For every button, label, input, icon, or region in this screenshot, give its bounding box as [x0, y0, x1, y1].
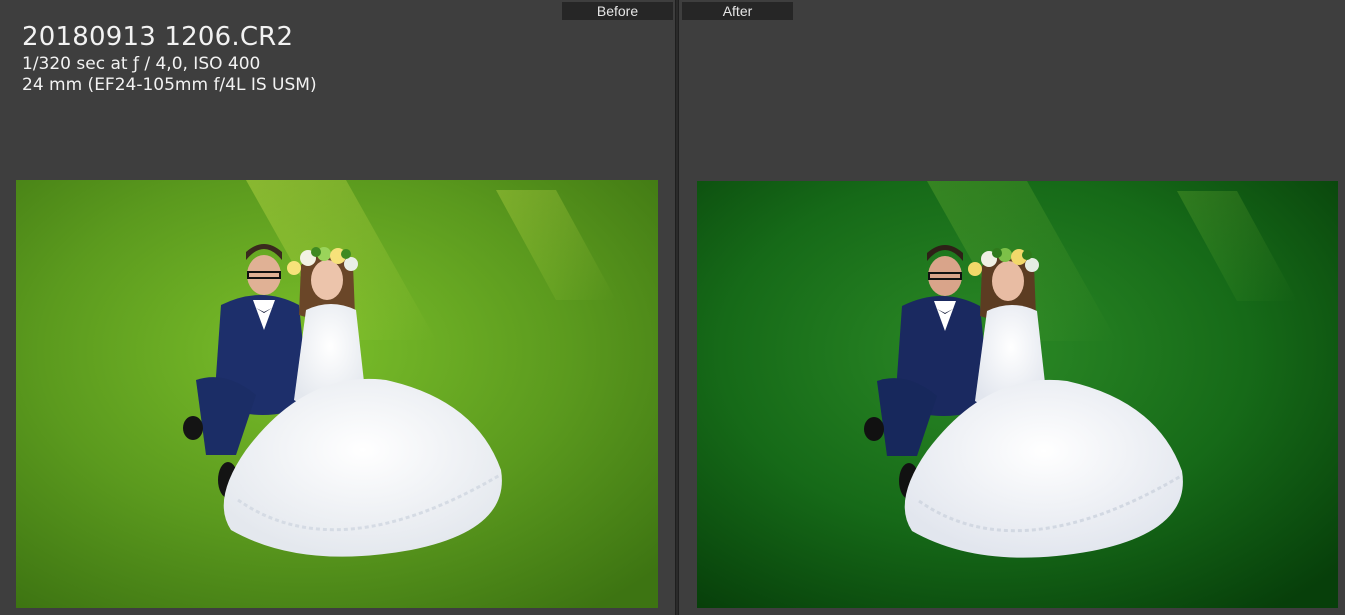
before-label: Before — [562, 2, 673, 20]
after-photo[interactable] — [697, 181, 1338, 608]
after-label: After — [682, 2, 793, 20]
photo-lens: 24 mm (EF24-105mm f/4L IS USM) — [22, 75, 317, 95]
before-photo[interactable] — [16, 180, 658, 608]
wedding-couple-photo-icon — [16, 180, 658, 608]
photo-filename: 20180913 1206.CR2 — [22, 22, 294, 52]
wedding-couple-photo-edited-icon — [697, 181, 1338, 608]
photo-exposure: 1/320 sec at ƒ / 4,0, ISO 400 — [22, 54, 261, 74]
photo-info-overlay: 20180913 1206.CR2 1/320 sec at ƒ / 4,0, … — [22, 20, 317, 96]
before-pane: Before 20180913 1206.CR2 1/320 sec at ƒ … — [0, 0, 675, 615]
after-pane: After — [679, 0, 1345, 615]
